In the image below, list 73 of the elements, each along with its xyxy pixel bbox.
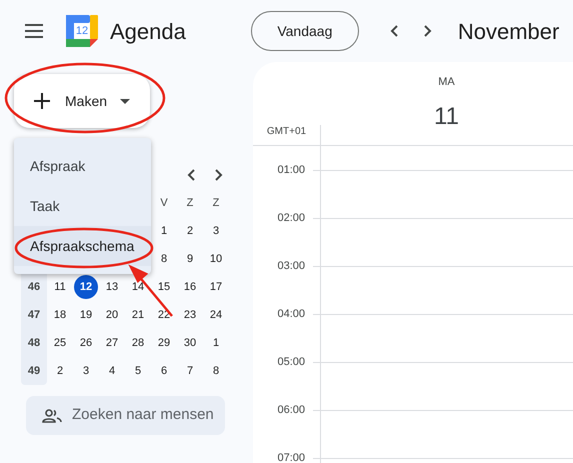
hour-label: 04:00 bbox=[277, 308, 305, 321]
time-slot[interactable] bbox=[320, 218, 573, 266]
plus-icon bbox=[33, 92, 51, 110]
calendar-day[interactable]: 17 bbox=[204, 275, 228, 299]
today-button[interactable]: Vandaag bbox=[250, 11, 359, 51]
calendar-day[interactable]: 20 bbox=[100, 303, 124, 327]
calendar-logo: 12 bbox=[66, 15, 98, 47]
date-header: 11 bbox=[434, 102, 459, 132]
calendar-day[interactable]: 7 bbox=[178, 359, 202, 383]
time-slot[interactable] bbox=[320, 314, 573, 362]
time-slot[interactable] bbox=[320, 362, 573, 410]
hour-label: 01:00 bbox=[277, 164, 305, 177]
calendar-day[interactable]: 14 bbox=[126, 275, 150, 299]
calendar-day[interactable]: 5 bbox=[126, 359, 150, 383]
hour-label: 06:00 bbox=[277, 404, 305, 417]
calendar-day[interactable]: 18 bbox=[48, 303, 72, 327]
hour-label: 03:00 bbox=[277, 260, 305, 273]
time-slot[interactable] bbox=[320, 170, 573, 218]
caret-icon bbox=[120, 98, 130, 104]
annotation-arrow bbox=[130, 266, 174, 318]
weekday-label: V bbox=[160, 196, 168, 211]
week-number: 48 bbox=[28, 336, 40, 351]
calendar-day[interactable]: 12 bbox=[74, 275, 98, 299]
calendar-day[interactable]: 8 bbox=[204, 359, 228, 383]
timezone-label: GMT+01 bbox=[266, 125, 306, 139]
time-slot[interactable] bbox=[320, 410, 573, 458]
time-slot[interactable] bbox=[320, 266, 573, 314]
calendar-day[interactable]: 19 bbox=[74, 303, 98, 327]
create-button[interactable]: Maken bbox=[14, 74, 150, 128]
people-search-field[interactable]: Zoeken naar mensen bbox=[26, 396, 225, 435]
calendar-day[interactable]: 15 bbox=[152, 275, 176, 299]
menu-item[interactable]: Afspraak bbox=[14, 146, 151, 186]
week-number: 49 bbox=[28, 364, 40, 379]
calendar-day[interactable]: 1 bbox=[152, 219, 176, 243]
calendar-day[interactable]: 11 bbox=[48, 275, 72, 299]
weekday-label: Z bbox=[186, 196, 194, 211]
calendar-day[interactable]: 16 bbox=[178, 275, 202, 299]
hour-label: 07:00 bbox=[277, 452, 305, 463]
calendar-day[interactable]: 3 bbox=[74, 359, 98, 383]
calendar-day[interactable]: 23 bbox=[178, 303, 202, 327]
calendar-day[interactable]: 29 bbox=[152, 331, 176, 355]
next-icon[interactable] bbox=[422, 25, 432, 37]
week-number: 47 bbox=[28, 308, 40, 323]
calendar-day[interactable]: 10 bbox=[204, 247, 228, 271]
week-number: 46 bbox=[28, 280, 40, 295]
calendar-day[interactable]: 9 bbox=[178, 247, 202, 271]
calendar-day[interactable]: 13 bbox=[100, 275, 124, 299]
calendar-day[interactable]: 27 bbox=[100, 331, 124, 355]
hour-label: 05:00 bbox=[277, 356, 305, 369]
menu-icon[interactable] bbox=[24, 24, 44, 38]
calendar-day[interactable]: 2 bbox=[48, 359, 72, 383]
calendar-day[interactable]: 21 bbox=[126, 303, 150, 327]
people-icon bbox=[42, 408, 62, 422]
menu-item[interactable]: Taak bbox=[14, 186, 151, 226]
calendar-day[interactable]: 30 bbox=[178, 331, 202, 355]
calendar-day[interactable]: 1 bbox=[204, 331, 228, 355]
previous-icon[interactable] bbox=[390, 25, 400, 37]
hour-label: 02:00 bbox=[277, 212, 305, 225]
previous-month-icon[interactable] bbox=[187, 169, 197, 181]
calendar-day[interactable]: 8 bbox=[152, 247, 176, 271]
calendar-day[interactable]: 3 bbox=[204, 219, 228, 243]
weekday-header: MA bbox=[438, 75, 455, 90]
calendar-day[interactable]: 25 bbox=[48, 331, 72, 355]
next-month-icon[interactable] bbox=[213, 169, 223, 181]
month-title: November bbox=[458, 18, 560, 46]
calendar-day[interactable]: 28 bbox=[126, 331, 150, 355]
calendar-day[interactable]: 4 bbox=[100, 359, 124, 383]
calendar-day[interactable]: 6 bbox=[152, 359, 176, 383]
calendar-day[interactable]: 26 bbox=[74, 331, 98, 355]
calendar-day[interactable]: 2 bbox=[178, 219, 202, 243]
weekday-label: Z bbox=[212, 196, 220, 211]
app-title: Agenda bbox=[110, 18, 186, 46]
calendar-day[interactable]: 24 bbox=[204, 303, 228, 327]
